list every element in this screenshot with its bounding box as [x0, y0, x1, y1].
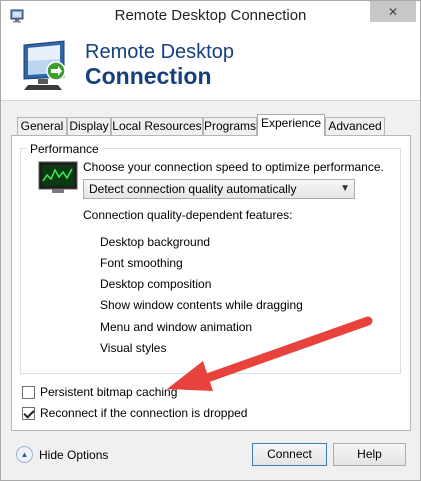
persistent-bitmap-caching-checkbox[interactable]: Persistent bitmap caching	[22, 385, 177, 399]
performance-monitor-icon	[38, 161, 78, 193]
chevron-down-icon: ▼	[340, 183, 350, 194]
feature-item: Visual styles	[100, 341, 167, 355]
banner-title-line1: Remote Desktop	[85, 41, 234, 63]
feature-item: Desktop background	[100, 235, 211, 249]
feature-item: Font smoothing	[100, 256, 183, 270]
performance-group-label: Performance	[27, 142, 102, 156]
hide-options-label: Hide Options	[39, 447, 109, 462]
hide-options-toggle[interactable]: ▲ Hide Options	[16, 446, 108, 463]
tab-programs[interactable]: Programs	[203, 117, 257, 136]
reconnect-label: Reconnect if the connection is dropped	[40, 406, 248, 420]
remote-desktop-window: Remote Desktop Connection ✕ Remote Deskt…	[0, 0, 421, 481]
connect-button[interactable]: Connect	[252, 443, 327, 466]
persistent-bitmap-caching-label: Persistent bitmap caching	[40, 385, 178, 399]
checkbox-box-checked[interactable]	[22, 406, 35, 420]
close-button[interactable]: ✕	[370, 1, 416, 22]
chevron-up-icon: ▲	[16, 446, 33, 463]
title-bar[interactable]: Remote Desktop Connection ✕	[1, 1, 420, 31]
window-title: Remote Desktop Connection	[114, 7, 307, 24]
connection-speed-select[interactable]: Detect connection quality automatically …	[83, 179, 355, 199]
checkbox-box[interactable]	[22, 385, 35, 399]
features-label: Connection quality-dependent features:	[83, 208, 293, 222]
remote-desktop-logo-icon	[23, 40, 66, 90]
tab-experience[interactable]: Experience	[257, 114, 325, 136]
banner: Remote Desktop Connection	[1, 31, 420, 101]
feature-item: Desktop composition	[100, 277, 212, 291]
tab-local-resources[interactable]: Local Resources	[111, 117, 203, 136]
reconnect-checkbox[interactable]: Reconnect if the connection is dropped	[22, 406, 247, 420]
tab-general[interactable]: General	[17, 117, 67, 136]
tab-advanced[interactable]: Advanced	[325, 117, 385, 136]
connection-speed-value: Detect connection quality automatically	[89, 182, 297, 196]
banner-title-line2: Connection	[85, 63, 212, 89]
speed-label: Choose your connection speed to optimize…	[83, 160, 384, 174]
close-icon: ✕	[387, 4, 399, 19]
red-arrow-annotation	[167, 316, 373, 391]
help-button[interactable]: Help	[333, 443, 406, 466]
feature-item: Show window contents while dragging	[100, 298, 303, 312]
tab-display[interactable]: Display	[67, 117, 111, 136]
